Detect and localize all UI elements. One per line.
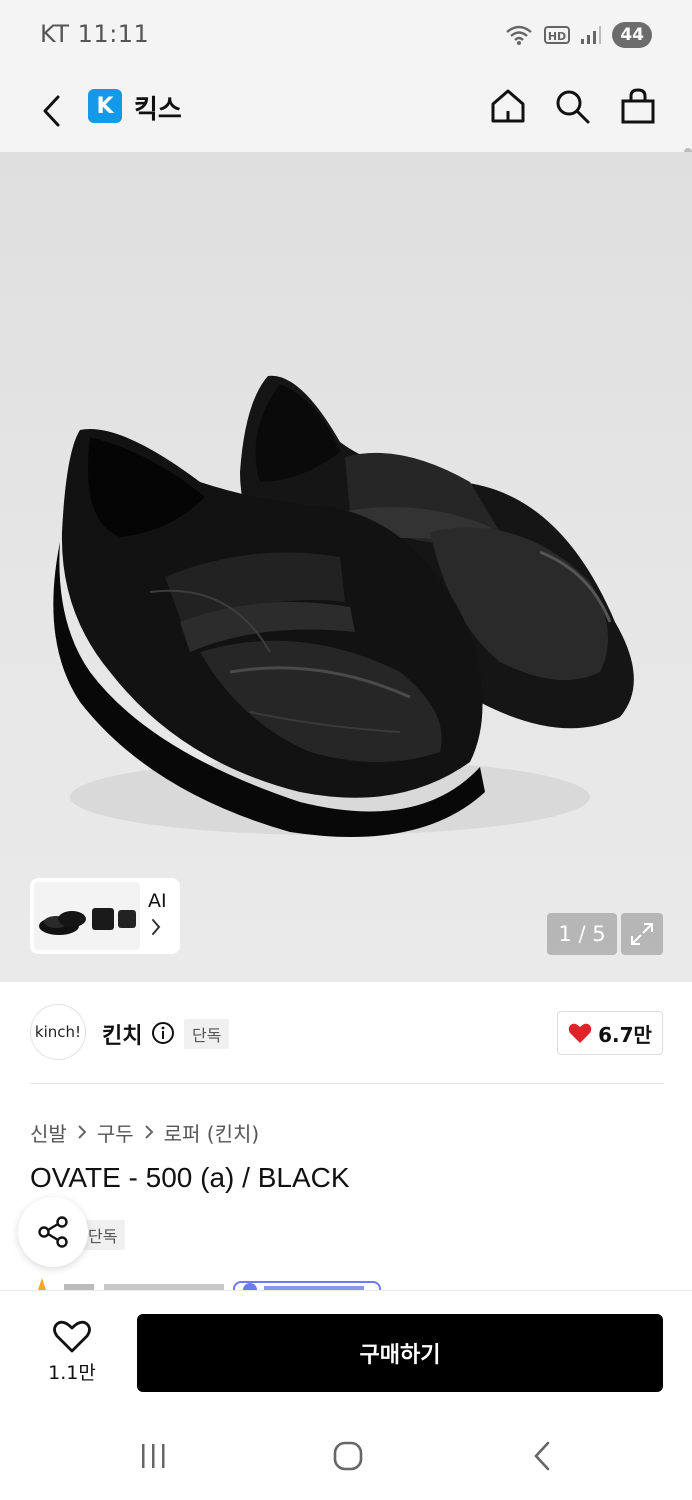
heart-filled-icon bbox=[568, 1023, 592, 1043]
breadcrumb-item[interactable]: 로퍼 (킨치) bbox=[164, 1118, 260, 1147]
exclusive-badge: 단독 bbox=[184, 1019, 230, 1049]
back-button[interactable] bbox=[34, 88, 68, 134]
chevron-right-icon bbox=[77, 1121, 87, 1145]
product-photo bbox=[53, 375, 634, 837]
brand-row: kinch! 킨치 단독 6.7만 bbox=[0, 982, 692, 1084]
wishlist-count: 1.1만 bbox=[48, 1361, 96, 1384]
system-home-button[interactable] bbox=[326, 1438, 370, 1474]
home-icon bbox=[491, 89, 525, 123]
status-icons: HD 44 bbox=[504, 22, 652, 48]
cart-button[interactable] bbox=[616, 84, 660, 128]
wishlist-button[interactable]: 1.1만 bbox=[30, 1317, 114, 1387]
image-page-indicator: 1 / 5 bbox=[547, 913, 617, 955]
share-button[interactable] bbox=[18, 1197, 88, 1267]
app-name: 킥스 bbox=[134, 95, 182, 125]
battery-indicator: 44 bbox=[612, 22, 652, 48]
home-circle-icon bbox=[333, 1441, 363, 1471]
purchase-action-bar: 1.1만 구매하기 bbox=[0, 1290, 692, 1410]
brand-like-button[interactable]: 6.7만 bbox=[557, 1011, 663, 1055]
hd-icon: HD bbox=[544, 25, 571, 45]
product-title: OVATE - 500 (a) / BLACK bbox=[30, 1162, 350, 1193]
brand-logo[interactable]: kinch! bbox=[30, 1004, 86, 1060]
breadcrumb-item[interactable]: 구두 bbox=[97, 1118, 134, 1147]
svg-text:HD: HD bbox=[548, 30, 566, 43]
heart-outline-icon bbox=[53, 1320, 91, 1352]
status-time: KT 11:11 bbox=[40, 20, 150, 48]
ai-thumbnail-card[interactable]: AI bbox=[30, 878, 180, 954]
recents-icon bbox=[142, 1444, 165, 1468]
info-icon[interactable] bbox=[151, 1021, 175, 1049]
wifi-icon bbox=[504, 24, 534, 46]
product-image-gallery[interactable]: AI 1 / 5 bbox=[0, 152, 692, 982]
expand-icon bbox=[631, 923, 653, 945]
expand-image-button[interactable] bbox=[621, 913, 663, 955]
brand-name[interactable]: 킨치 bbox=[102, 1018, 142, 1050]
signal-icon bbox=[580, 25, 602, 45]
recents-button[interactable] bbox=[132, 1438, 176, 1474]
chevron-left-icon bbox=[534, 1441, 550, 1471]
divider bbox=[30, 1083, 664, 1084]
chevron-left-icon bbox=[43, 95, 60, 127]
share-icon bbox=[38, 1216, 68, 1248]
ai-label: AI bbox=[148, 890, 167, 912]
chevron-right-icon bbox=[150, 918, 162, 940]
breadcrumb-item[interactable]: 신발 bbox=[30, 1118, 67, 1147]
brand-like-count: 6.7만 bbox=[598, 1022, 652, 1047]
buy-button[interactable]: 구매하기 bbox=[137, 1314, 663, 1392]
home-button[interactable] bbox=[486, 84, 530, 128]
search-icon bbox=[556, 90, 590, 124]
chevron-right-icon bbox=[144, 1121, 154, 1145]
status-bar: KT 11:11 HD 44 bbox=[0, 0, 692, 72]
system-nav-bar bbox=[0, 1410, 692, 1500]
system-back-button[interactable] bbox=[520, 1438, 564, 1474]
shopping-bag-icon bbox=[621, 88, 655, 124]
breadcrumb: 신발 구두 로퍼 (킨치) bbox=[30, 1118, 259, 1147]
app-logo: K bbox=[88, 89, 122, 123]
search-button[interactable] bbox=[550, 84, 594, 128]
thumbnail-image bbox=[34, 882, 140, 950]
app-header: K 킥스 bbox=[0, 72, 692, 212]
